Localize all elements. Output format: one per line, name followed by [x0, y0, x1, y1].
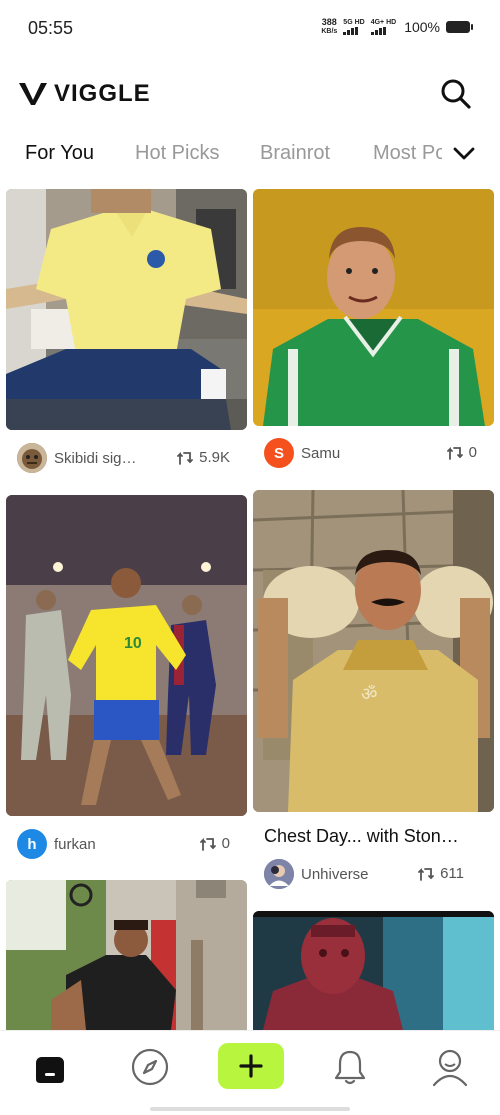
- remix-icon: [177, 451, 194, 465]
- app-header: VIGGLE: [0, 70, 500, 120]
- network-speed: 388 KB/s: [321, 17, 338, 36]
- remix-count: 5.9K: [177, 449, 230, 466]
- app-logo: VIGGLE: [18, 80, 151, 108]
- remix-icon: [418, 867, 434, 881]
- status-icons: 388 KB/s 5G HD 4G+ HD 100%: [321, 17, 473, 36]
- notifications-icon: [334, 1050, 366, 1085]
- card-meta: S Samu 0: [264, 437, 477, 469]
- nav-profile[interactable]: [428, 1045, 472, 1089]
- video-thumbnail[interactable]: [253, 189, 494, 426]
- profile-icon: [432, 1049, 468, 1087]
- logo-text: VIGGLE: [54, 80, 151, 107]
- video-thumbnail[interactable]: ॐ: [253, 490, 494, 812]
- card-meta: h furkan 0: [17, 828, 230, 860]
- status-time: 05:55: [28, 18, 74, 38]
- status-bar: 05:55 388 KB/s 5G HD 4G+ HD 100%: [0, 0, 500, 60]
- card-meta: Unhiverse 611: [264, 858, 464, 890]
- home-indicator: [150, 1107, 350, 1111]
- search-icon: [441, 79, 471, 109]
- author-name[interactable]: furkan: [54, 836, 96, 853]
- explore-icon: [131, 1048, 169, 1086]
- search-button[interactable]: [440, 78, 472, 110]
- sim2-signal-icon: 4G+ HD: [370, 19, 396, 35]
- nav-home[interactable]: [28, 1045, 72, 1089]
- chevron-down-icon: [453, 147, 475, 160]
- author-name[interactable]: Skibidi sig…: [54, 450, 137, 467]
- svg-text:ॐ: ॐ: [361, 684, 377, 704]
- viggle-logo-icon: [19, 83, 47, 105]
- svg-text:10: 10: [124, 635, 142, 652]
- home-icon: [36, 1057, 64, 1083]
- tab-most-popular[interactable]: Most Pc: [373, 142, 445, 165]
- tab-brainrot[interactable]: Brainrot: [260, 142, 330, 165]
- tab-hot-picks[interactable]: Hot Picks: [135, 142, 219, 165]
- avatar[interactable]: h: [17, 829, 47, 859]
- video-thumbnail[interactable]: [253, 911, 494, 1030]
- tabs-more-button[interactable]: [442, 138, 486, 170]
- sim1-signal-icon: 5G HD: [343, 19, 365, 35]
- remix-icon: [446, 446, 463, 460]
- author-name[interactable]: Samu: [301, 445, 340, 462]
- remix-count: 0: [199, 835, 230, 852]
- avatar[interactable]: [17, 443, 47, 473]
- battery-icon: [446, 21, 473, 33]
- video-thumbnail[interactable]: [6, 880, 247, 1030]
- card-title[interactable]: Chest Day... with Ston…: [264, 826, 459, 847]
- bottom-navigation: [0, 1030, 500, 1115]
- tab-for-you[interactable]: For You: [25, 142, 94, 165]
- category-tabs: For You Hot Picks Brainrot Most Pc: [0, 138, 500, 172]
- battery-percent: 100%: [404, 19, 440, 35]
- remix-icon: [199, 837, 216, 851]
- remix-count: 611: [418, 865, 464, 882]
- video-thumbnail[interactable]: [6, 189, 247, 430]
- card-meta: Skibidi sig… 5.9K: [17, 442, 230, 474]
- author-name[interactable]: Unhiverse: [301, 866, 369, 883]
- avatar[interactable]: S: [264, 438, 294, 468]
- nav-explore[interactable]: [128, 1045, 172, 1089]
- create-icon: [239, 1054, 263, 1078]
- avatar[interactable]: [264, 859, 294, 889]
- video-thumbnail[interactable]: 10: [6, 495, 247, 816]
- remix-count: 0: [446, 444, 477, 461]
- nav-notifications[interactable]: [328, 1045, 372, 1089]
- create-button[interactable]: [218, 1043, 284, 1089]
